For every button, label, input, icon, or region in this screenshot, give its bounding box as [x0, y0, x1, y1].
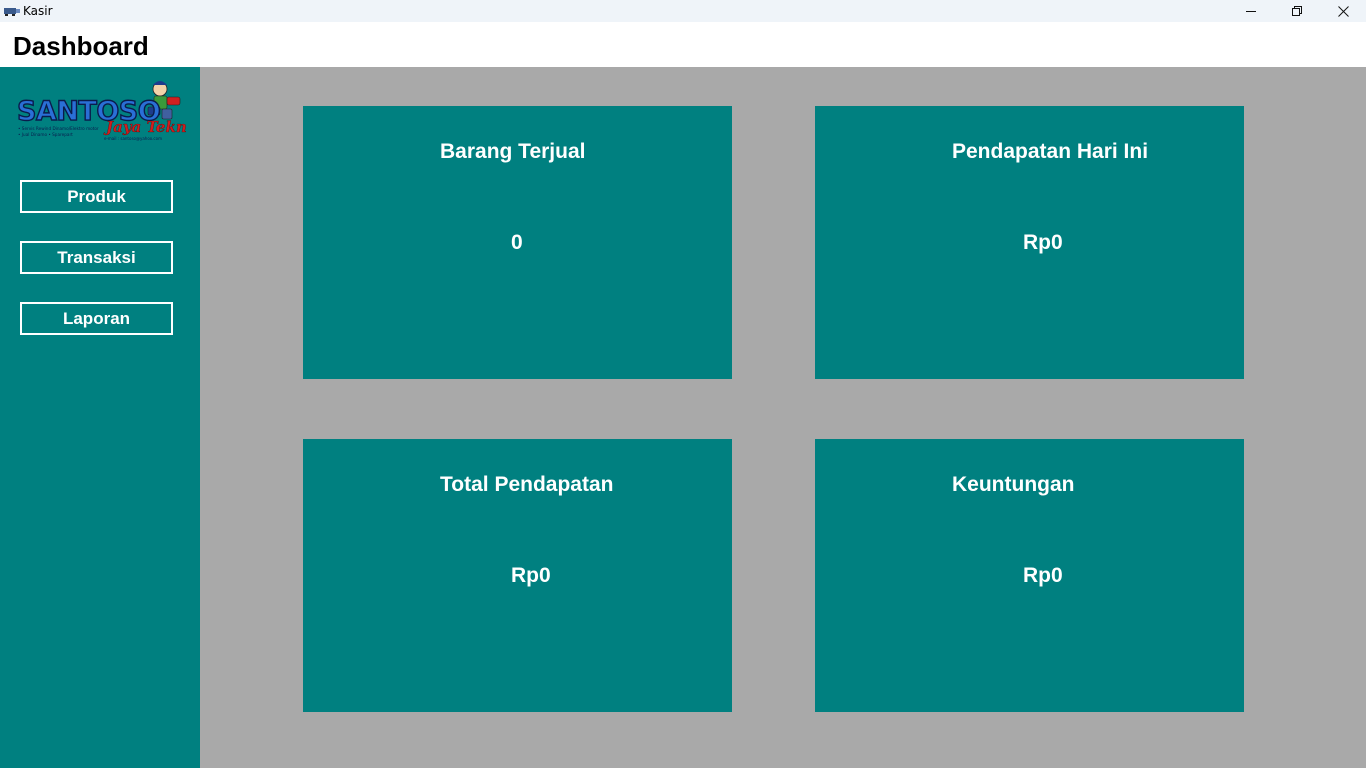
logo-email: e-mail : santoso@yahoo.com [104, 136, 162, 141]
card-value: Rp0 [511, 564, 551, 587]
minimize-icon [1245, 10, 1256, 12]
card-title: Total Pendapatan [440, 473, 614, 496]
card-total-pendapatan: Total Pendapatan Rp0 [303, 439, 732, 712]
close-button[interactable] [1320, 0, 1366, 22]
card-title: Barang Terjual [440, 140, 586, 163]
card-value: Rp0 [1023, 564, 1063, 587]
page-header: Dashboard [0, 22, 1366, 67]
page-title: Dashboard [13, 31, 149, 61]
window-titlebar: Kasir [0, 0, 1366, 22]
minimize-button[interactable] [1228, 0, 1274, 22]
dashboard-main: Barang Terjual 0 Pendapatan Hari Ini Rp0… [200, 67, 1366, 768]
window-controls [1228, 0, 1366, 22]
restore-icon [1291, 5, 1302, 16]
logo-tagline-text: Jaya Teknik [103, 118, 186, 136]
card-barang-terjual: Barang Terjual 0 [303, 106, 732, 379]
company-logo: SANTOSO Jaya Teknik • Servis Rewind Dina… [14, 77, 203, 143]
logo-line-1: • Servis Rewind Dinamo/Elektro motor [18, 126, 99, 131]
laporan-button[interactable]: Laporan [20, 302, 173, 335]
card-keuntungan: Keuntungan Rp0 [815, 439, 1244, 712]
transaksi-button[interactable]: Transaksi [20, 241, 173, 274]
window-title: Kasir [23, 4, 53, 18]
card-title: Pendapatan Hari Ini [952, 140, 1149, 163]
card-title: Keuntungan [952, 473, 1075, 496]
logo-line-2: • Jual Dinamo • Sparepart [18, 132, 73, 137]
app-icon [3, 4, 21, 18]
card-value: Rp0 [1023, 231, 1063, 254]
close-icon [1337, 5, 1349, 17]
card-pendapatan-hari-ini: Pendapatan Hari Ini Rp0 [815, 106, 1244, 379]
produk-button[interactable]: Produk [20, 180, 173, 213]
card-value: 0 [511, 231, 523, 254]
restore-button[interactable] [1274, 0, 1320, 22]
sidebar: SANTOSO Jaya Teknik • Servis Rewind Dina… [0, 67, 203, 768]
